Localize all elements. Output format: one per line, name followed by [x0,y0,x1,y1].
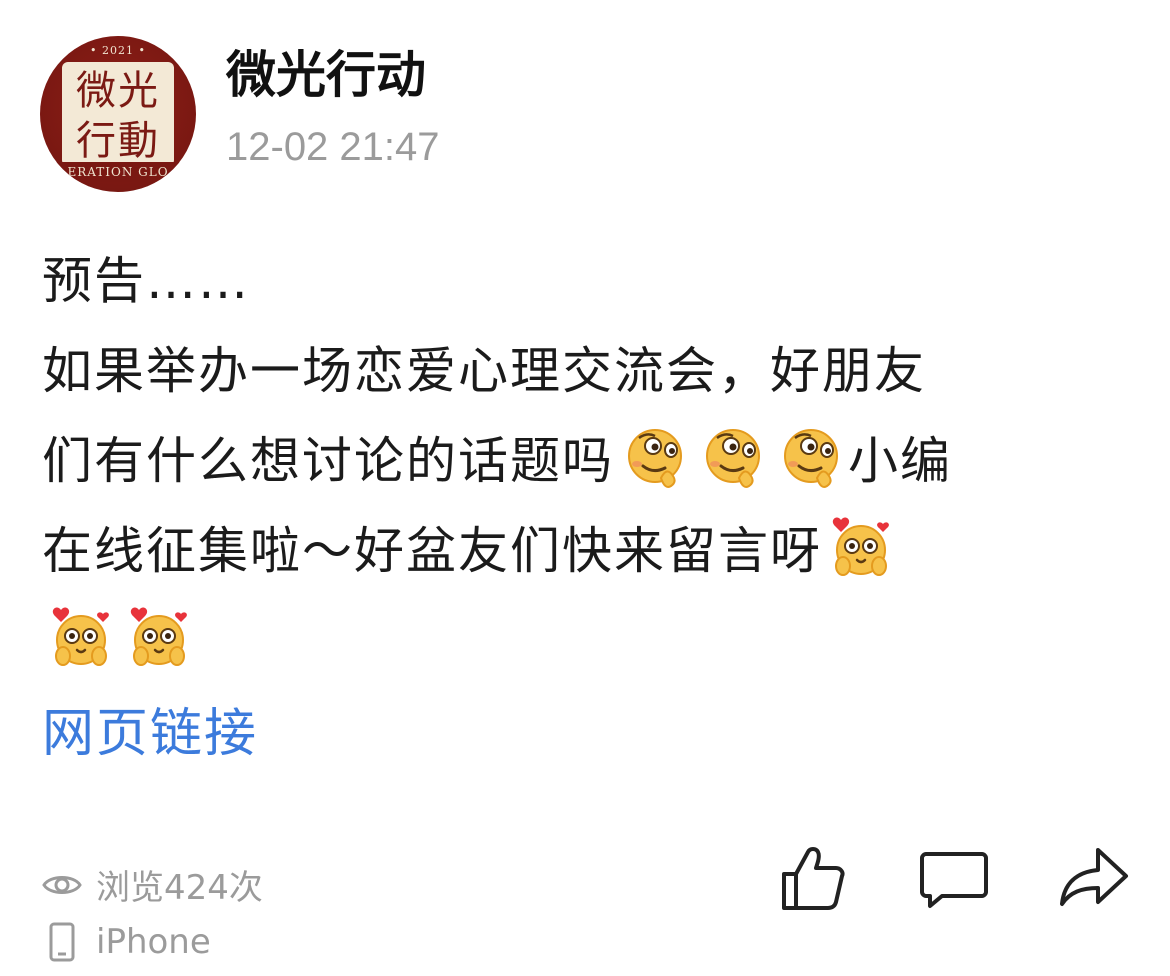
love-eyes-emoji [130,607,187,666]
post-content: 预告…… 如果举办一场恋爱心理交流会，好朋友 们有什么想讨论的话题吗 小编 在线… [42,236,1132,686]
avatar-seal-top: 微光 [76,68,160,114]
thinking-face-emoji [706,429,760,488]
love-eyes-emoji [52,607,109,666]
post-line-5 [42,596,1132,686]
love-eyes-emoji [832,517,889,576]
post-actions [712,840,1132,916]
avatar-year-text: • 2021 • [90,44,146,57]
thinking-face-emoji [784,429,838,488]
post-timestamp: 12-02 21:47 [226,125,440,169]
weibo-post: • 2021 • 微光 行動 ERATION GLO 微光行动 12-02 21… [0,0,1170,976]
view-count-row: 浏览424次 [40,860,263,909]
post-line-3: 们有什么想讨论的话题吗 小编 [42,416,1132,506]
post-line-1: 预告…… [42,252,250,310]
view-count: 浏览424次 [96,868,263,908]
post-line-4-text: 在线征集啦～好盆友们快来留言呀 [42,522,822,580]
author-name[interactable]: 微光行动 [226,45,440,105]
thumbs-up-icon[interactable] [776,840,852,916]
device-row: iPhone [40,920,211,964]
post-header: • 2021 • 微光 行動 ERATION GLO 微光行动 12-02 21… [40,36,440,192]
post-line-3-tail: 小编 [848,432,952,490]
post-line-3-text: 们有什么想讨论的话题吗 [42,432,614,490]
comment-icon[interactable] [916,840,992,916]
web-link[interactable]: 网页链接 [42,694,258,774]
post-line-4: 在线征集啦～好盆友们快来留言呀 [42,506,1132,596]
thinking-face-emoji [628,429,682,488]
phone-icon [49,922,75,962]
share-icon[interactable] [1056,840,1132,916]
eye-icon [42,875,82,894]
author-meta: 微光行动 12-02 21:47 [226,36,440,192]
device-name: iPhone [96,922,211,962]
post-line-2: 如果举办一场恋爱心理交流会，好朋友 [42,342,926,400]
author-avatar[interactable]: • 2021 • 微光 行動 ERATION GLO [40,36,196,192]
avatar-seal: 微光 行動 [62,62,174,166]
avatar-ribbon: ERATION GLO [40,162,196,182]
avatar-seal-bottom: 行動 [76,118,160,164]
